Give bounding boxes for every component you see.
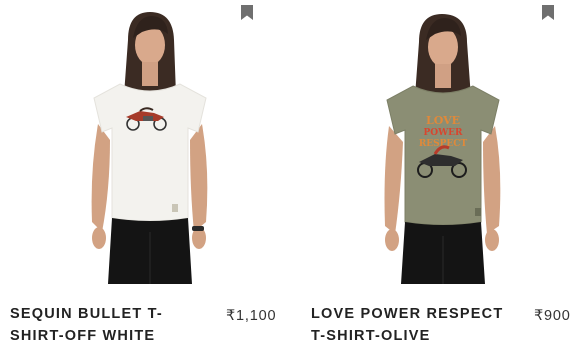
model-photo <box>91 12 208 284</box>
product-name[interactable]: SEQUIN BULLET T-SHIRT-OFF WHITE <box>10 303 210 347</box>
product-name[interactable]: LOVE POWER RESPECT T-SHIRT-OLIVE <box>311 303 511 347</box>
svg-text:POWER: POWER <box>423 128 463 138</box>
bookmark-icon[interactable] <box>542 5 554 20</box>
bookmark-icon[interactable] <box>241 5 253 20</box>
product-price: ₹1,100 <box>226 308 277 324</box>
model-photo: LOVE POWER RESPECT <box>384 14 501 284</box>
product-card[interactable]: LOVE POWER RESPECT LOVE POWER RESPECT T-… <box>289 0 578 351</box>
product-price: ₹900 <box>534 308 571 324</box>
svg-text:LOVE: LOVE <box>426 114 460 127</box>
product-grid: SEQUIN BULLET T-SHIRT-OFF WHITE ₹1,100 L… <box>0 0 578 351</box>
product-card[interactable]: SEQUIN BULLET T-SHIRT-OFF WHITE ₹1,100 <box>0 0 289 351</box>
product-image[interactable]: LOVE POWER RESPECT <box>289 0 578 284</box>
product-image[interactable] <box>0 0 289 284</box>
